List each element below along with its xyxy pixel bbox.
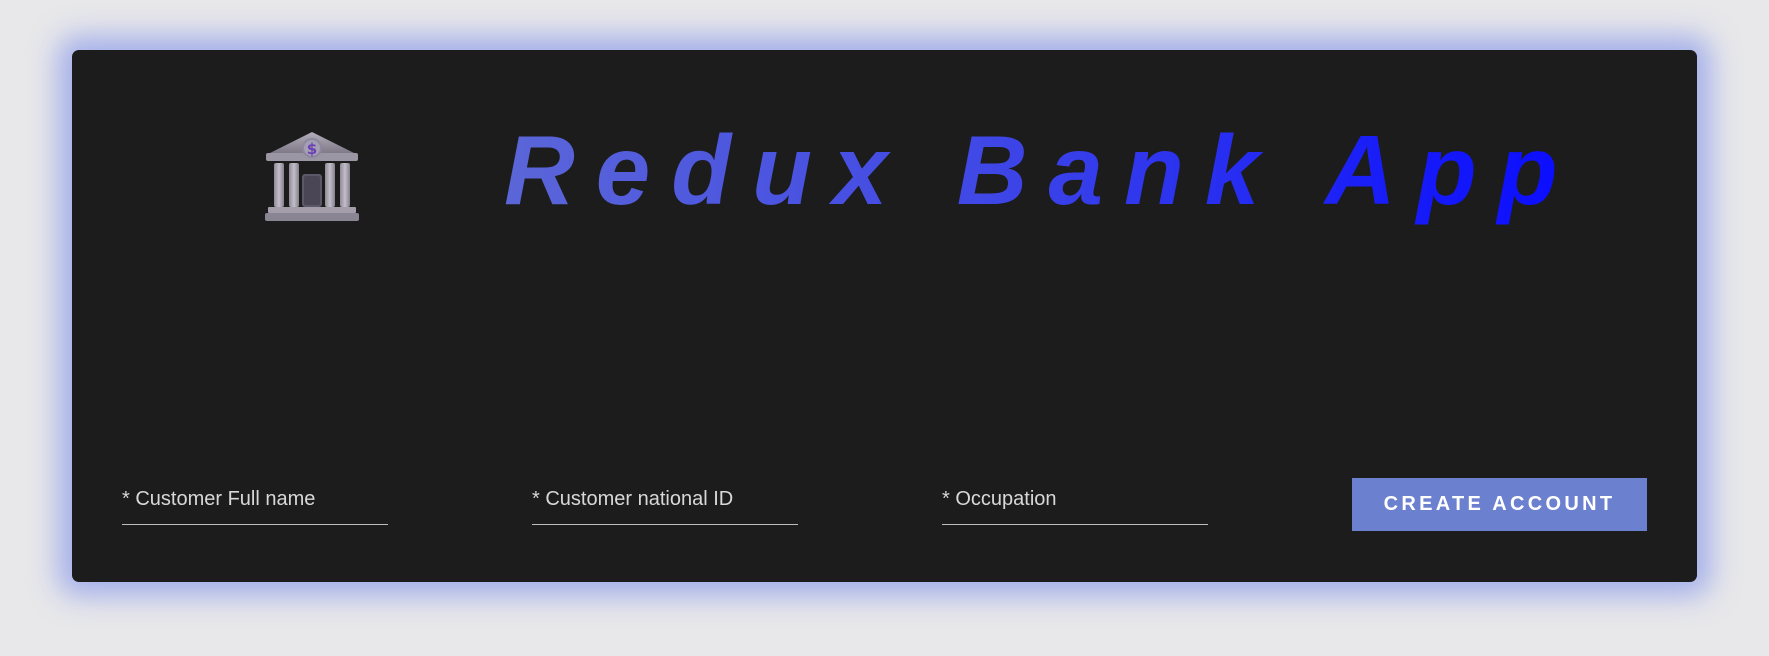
occupation-input[interactable]	[942, 474, 1208, 524]
main-card: $ Redux Bank App CREATE ACCOUNT	[72, 50, 1697, 582]
full-name-field	[122, 474, 388, 525]
create-account-button[interactable]: CREATE ACCOUNT	[1352, 478, 1647, 531]
app-title: Redux Bank App	[504, 112, 1578, 230]
occupation-field	[942, 474, 1208, 525]
svg-text:$: $	[307, 140, 317, 158]
national-id-input[interactable]	[532, 474, 798, 524]
bank-icon: $	[264, 130, 360, 222]
national-id-field	[532, 474, 798, 525]
full-name-input[interactable]	[122, 474, 388, 524]
